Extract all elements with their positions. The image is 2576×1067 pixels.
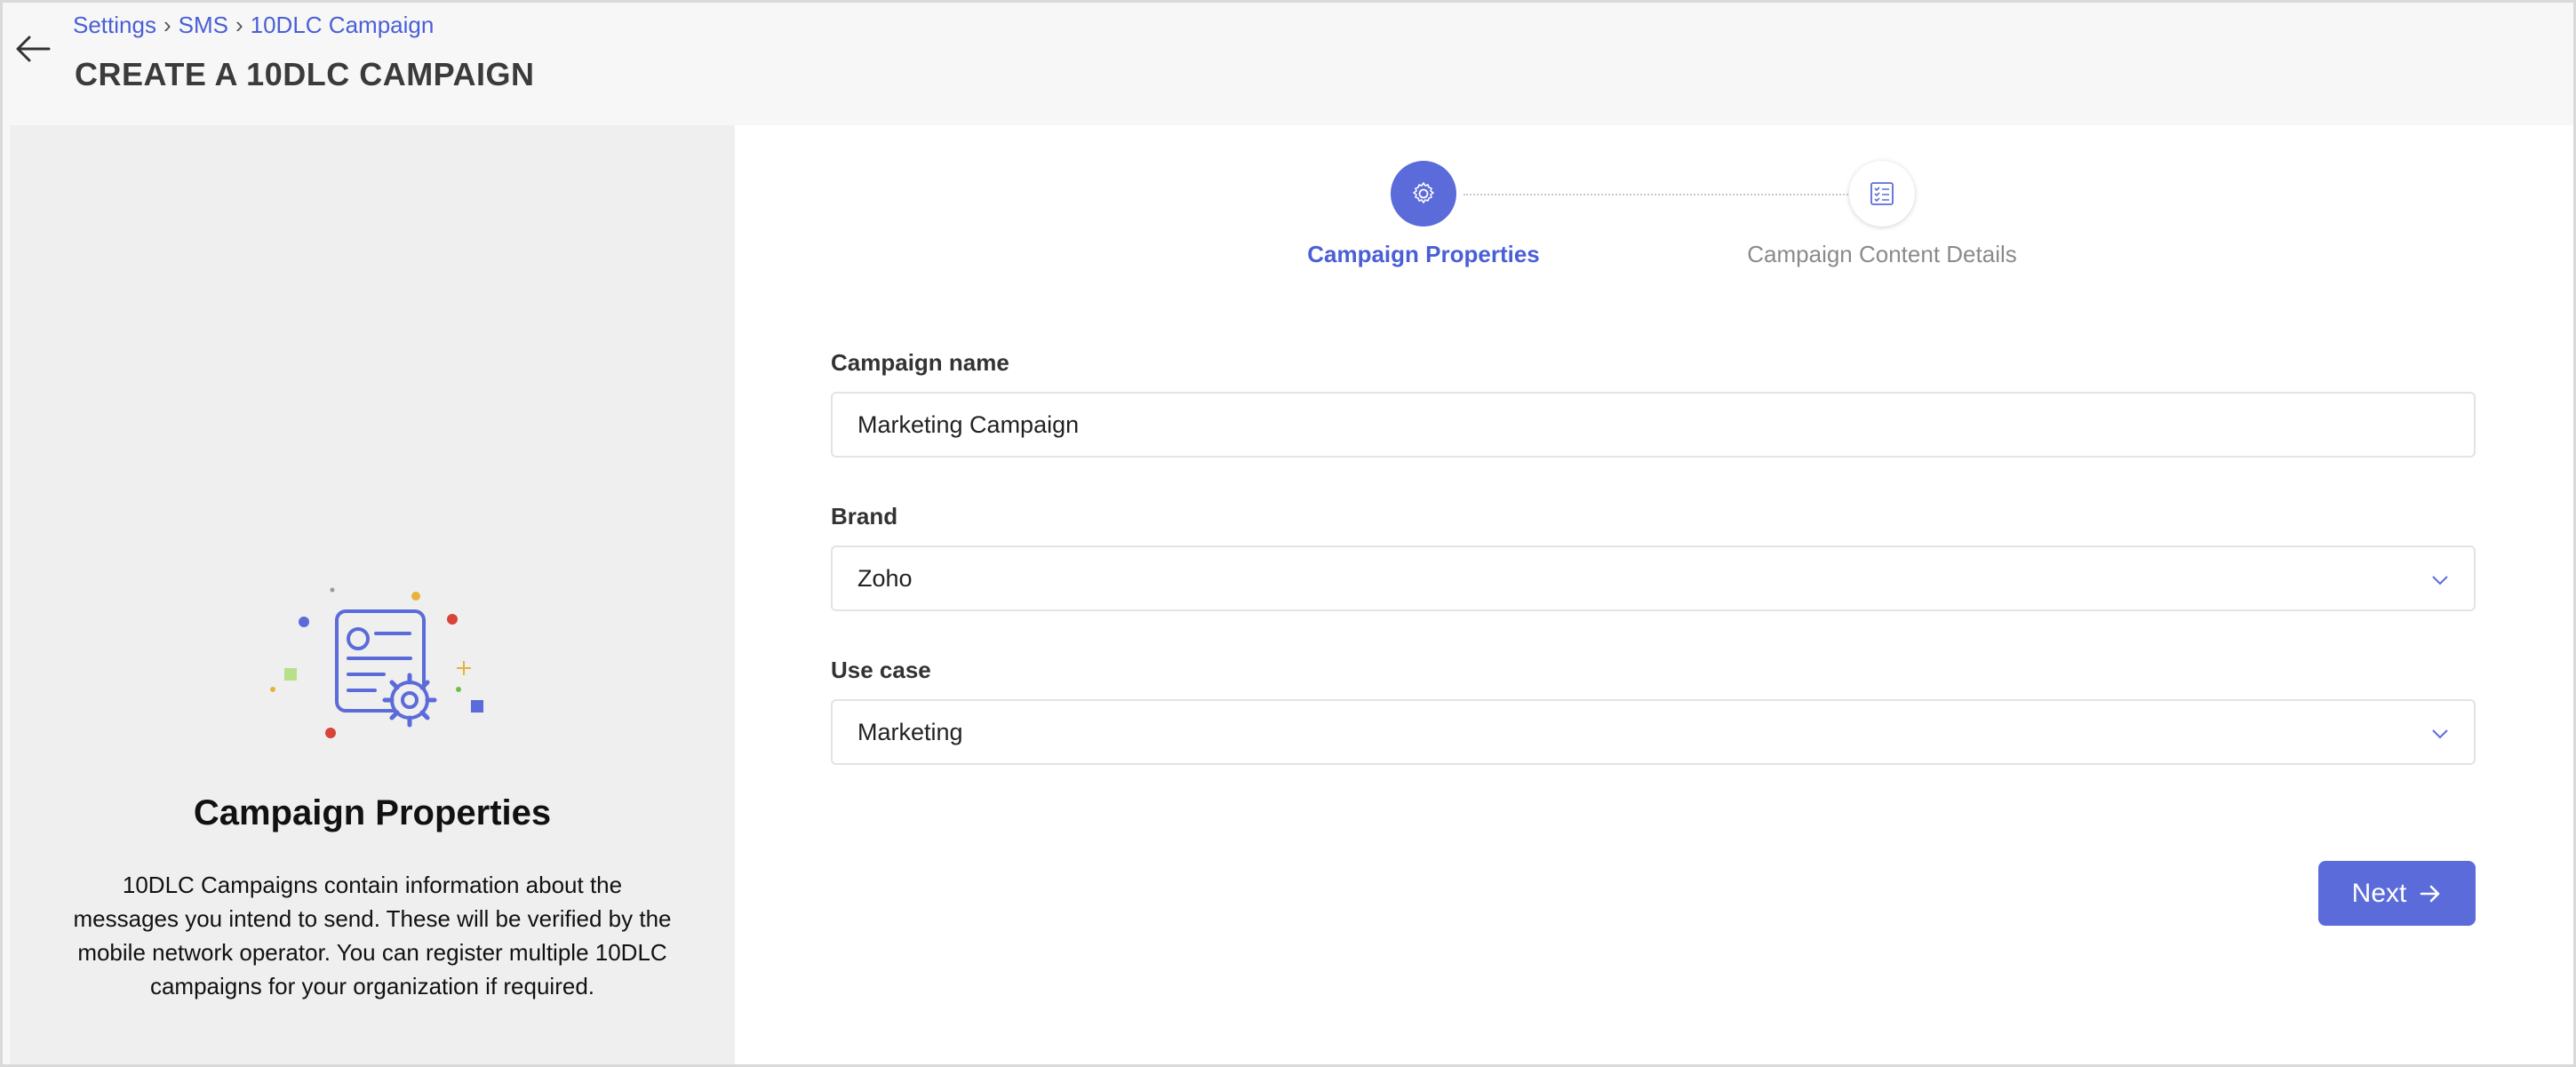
stepper-connector — [1463, 194, 1877, 195]
arrow-right-icon — [2420, 885, 2440, 902]
brand-label: Brand — [831, 503, 898, 530]
use-case-label: Use case — [831, 657, 931, 683]
campaign-name-label: Campaign name — [831, 349, 1009, 376]
back-button[interactable] — [12, 28, 54, 70]
brand-value: Zoho — [857, 564, 913, 592]
page-header: Settings › SMS › 10DLC Campaign CREATE A… — [3, 3, 2573, 123]
app-frame: Settings › SMS › 10DLC Campaign CREATE A… — [0, 0, 2576, 1067]
breadcrumb-separator: › — [235, 12, 243, 38]
panel-description: 10DLC Campaigns contain information abou… — [73, 872, 672, 999]
campaign-name-value: Marketing Campaign — [857, 410, 1080, 438]
arrow-left-icon — [16, 36, 51, 62]
step-campaign-properties[interactable] — [1391, 161, 1456, 227]
chevron-down-icon — [2432, 729, 2448, 739]
info-panel: Campaign Properties 10DLC Campaigns cont… — [10, 125, 735, 1064]
panel-title: Campaign Properties — [193, 793, 552, 832]
use-case-select[interactable]: Marketing — [831, 699, 2476, 765]
step-campaign-content-details[interactable] — [1849, 161, 1915, 227]
campaign-name-input[interactable]: Marketing Campaign — [831, 392, 2476, 458]
breadcrumb-settings[interactable]: Settings — [73, 12, 156, 39]
step-label-campaign-content-details[interactable]: Campaign Content Details — [1704, 241, 2060, 268]
campaign-document-illustration — [270, 587, 483, 738]
brand-select[interactable]: Zoho — [831, 545, 2476, 611]
next-button[interactable]: Next — [2318, 861, 2476, 926]
form-panel: Campaign Properties Campaign Content Det… — [735, 125, 2573, 1064]
use-case-value: Marketing — [857, 718, 963, 745]
page-title: CREATE A 10DLC CAMPAIGN — [75, 56, 535, 92]
checklist-icon — [1870, 182, 1894, 205]
breadcrumb-separator: › — [163, 12, 171, 38]
step-label-campaign-properties[interactable]: Campaign Properties — [1246, 241, 1601, 268]
breadcrumb-10dlc-campaign[interactable]: 10DLC Campaign — [251, 12, 435, 39]
breadcrumb-sms[interactable]: SMS — [179, 12, 228, 39]
chevron-down-icon — [2432, 576, 2448, 585]
next-button-label: Next — [2351, 878, 2407, 908]
breadcrumb: Settings › SMS › 10DLC Campaign — [73, 12, 434, 39]
gear-icon — [1413, 182, 1434, 203]
